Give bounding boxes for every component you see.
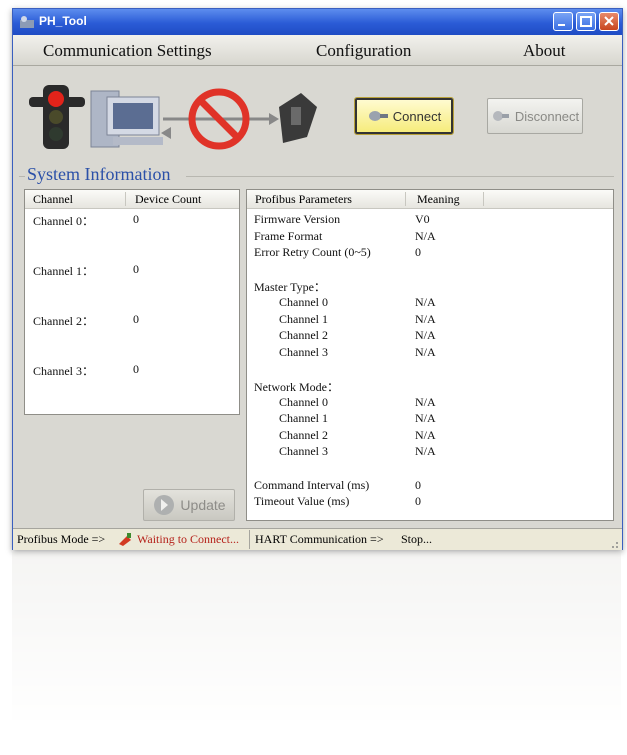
parameter-value: 0	[415, 245, 421, 260]
window-reflection	[12, 552, 621, 752]
main-window: PH_Tool Communication Settings Configura…	[12, 8, 623, 550]
parameter-sub-name: Channel 3	[279, 344, 328, 359]
parameter-sub-name: Channel 0	[279, 394, 328, 409]
update-label: Update	[180, 497, 226, 513]
connect-button[interactable]: Connect	[354, 97, 454, 135]
meaning-column-header: Meaning	[417, 192, 460, 206]
divider	[186, 176, 614, 177]
hart-communication-status: Stop...	[401, 532, 433, 546]
maximize-icon	[580, 16, 592, 27]
update-icon	[154, 495, 175, 515]
parameter-name: Firmware Version	[254, 212, 341, 226]
divider	[19, 176, 25, 177]
parameter-sub-name: Channel 2	[279, 427, 328, 442]
channel-header: Channel Device Count	[25, 190, 239, 209]
minimize-button[interactable]	[553, 12, 573, 31]
profibus-mode-label: Profibus Mode =>	[17, 532, 106, 546]
resize-grip-icon[interactable]	[607, 537, 619, 549]
parameter-name: Command Interval (ms)	[254, 477, 370, 492]
device-icon	[279, 93, 317, 143]
parameters-panel: Profibus Parameters Meaning Firmware Ver…	[246, 189, 614, 521]
parameter-name: Timeout Value (ms)	[254, 494, 350, 509]
parameter-value: N/A	[415, 427, 436, 442]
parameter-sub-name: Channel 2	[279, 328, 328, 343]
profibus-parameters-column-header: Profibus Parameters	[255, 192, 352, 206]
device-count-column-header: Device Count	[135, 192, 202, 206]
parameter-value: N/A	[415, 228, 436, 243]
channel-column-header: Channel	[33, 192, 73, 206]
parameter-value: N/A	[415, 295, 436, 309]
channel-panel: Channel Device Count Channel 0： 0 Channe…	[24, 189, 240, 415]
parameter-value: V0	[415, 212, 430, 226]
parameter-sub-name: Channel 1	[279, 411, 328, 426]
traffic-light-icon	[29, 85, 85, 149]
update-button[interactable]: Update	[143, 489, 235, 521]
connect-label: Connect	[392, 108, 442, 124]
parameter-value: 0	[415, 477, 421, 492]
parameter-value: N/A	[415, 394, 436, 409]
parameter-value: N/A	[415, 411, 436, 426]
menu-about[interactable]: About	[523, 41, 566, 61]
channel-label: Channel 3：	[33, 364, 94, 378]
minimize-icon	[558, 24, 565, 26]
parameters-header: Profibus Parameters Meaning	[247, 190, 613, 209]
computer-icon	[90, 90, 163, 148]
parameter-value: N/A	[415, 444, 436, 459]
no-connection-icon	[161, 88, 279, 150]
device-count-value: 0	[133, 362, 139, 376]
menu-bar: Communication Settings Configuration Abo…	[13, 35, 622, 66]
window-title: PH_Tool	[39, 14, 87, 28]
menu-configuration[interactable]: Configuration	[316, 41, 411, 61]
connection-illustration	[29, 85, 317, 150]
app-icon	[20, 16, 34, 28]
title-bar[interactable]: PH_Tool	[13, 9, 622, 35]
hart-communication-label: HART Communication =>	[255, 532, 384, 546]
channel-label: Channel 2：	[33, 314, 94, 328]
parameter-name: Frame Format	[254, 228, 323, 243]
parameter-value: N/A	[415, 328, 436, 343]
parameter-value: 0	[415, 494, 421, 509]
status-bar: Profibus Mode => Waiting to Connect... H…	[13, 528, 622, 550]
close-icon	[604, 16, 614, 26]
disconnect-button[interactable]: Disconnect	[487, 98, 583, 134]
parameter-sub-name: Channel 3	[279, 444, 328, 459]
maximize-button[interactable]	[576, 12, 596, 31]
parameter-name: Error Retry Count (0~5)	[254, 245, 371, 260]
disconnect-label: Disconnect	[514, 108, 580, 124]
disconnect-plug-icon	[492, 111, 509, 121]
parameter-value: N/A	[415, 344, 436, 359]
menu-communication-settings[interactable]: Communication Settings	[43, 41, 212, 61]
device-count-value: 0	[133, 262, 139, 276]
parameter-sub-name: Channel 1	[279, 311, 328, 326]
parameter-value: N/A	[415, 311, 436, 326]
parameter-sub-name: Channel 0	[279, 295, 328, 309]
status-plug-icon	[119, 533, 131, 546]
close-button[interactable]	[599, 12, 619, 31]
device-count-value: 0	[133, 212, 139, 226]
profibus-mode-status: Waiting to Connect...	[137, 532, 240, 546]
channel-label: Channel 0：	[33, 214, 94, 228]
parameter-name: Master Type：	[254, 280, 326, 295]
channel-label: Channel 1：	[33, 264, 94, 278]
plug-icon	[368, 111, 388, 121]
system-information-title: System Information	[27, 164, 171, 184]
parameter-name: Network Mode：	[254, 380, 339, 394]
device-count-value: 0	[133, 312, 139, 326]
